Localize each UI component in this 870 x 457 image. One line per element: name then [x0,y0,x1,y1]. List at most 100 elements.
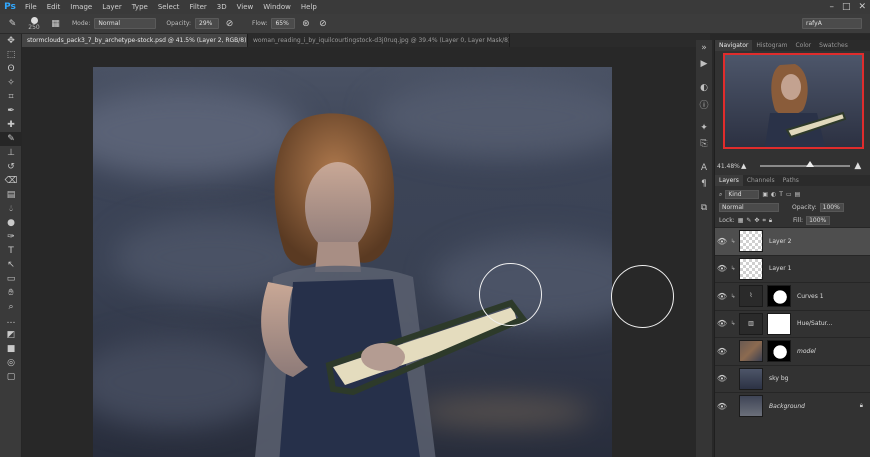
menu-edit[interactable]: Edit [42,0,66,14]
menu-help[interactable]: Help [296,0,322,14]
visibility-eye-icon[interactable]: 👁︎ [715,319,729,328]
menu-type[interactable]: Type [127,0,153,14]
layer-name[interactable]: model [797,348,816,355]
lasso-icon[interactable]: ʘ [0,62,22,76]
lock-artboard-icon[interactable]: ⌗ [762,217,765,225]
filter-type-icon[interactable]: T [779,191,783,198]
menu-layer[interactable]: Layer [97,0,127,14]
blur-icon[interactable]: 💧︎ [0,202,22,216]
layer-row[interactable]: 👁︎ ↳ Layer 1 [715,254,870,283]
character-icon[interactable]: A [696,160,712,176]
play-actions-icon[interactable]: ▶ [696,56,712,72]
filter-pixel-icon[interactable]: ▣ [762,191,768,198]
airbrush-icon[interactable]: ⊛ [299,17,312,30]
pressure-size-icon[interactable]: ⊘ [316,17,329,30]
blend-mode-dropdown[interactable]: Normal [719,203,779,212]
layer-name[interactable]: Layer 2 [769,238,791,245]
path-select-icon[interactable]: ↖ [0,258,22,272]
brush-settings-icon[interactable]: ✦ [696,120,712,136]
tab-navigator[interactable]: Navigator [715,40,753,51]
layer-name[interactable]: sky bg [769,375,788,382]
workspace-dropdown[interactable]: rafyA [802,18,862,29]
lock-move-icon[interactable]: ✥ [754,217,759,224]
filter-adjust-icon[interactable]: ◐ [771,191,776,198]
opacity-field[interactable]: 29% [195,18,220,29]
layer-thumbnail[interactable]: ▥ [739,312,763,335]
info-icon[interactable]: ⓘ [696,96,712,112]
layer-name[interactable]: Layer 1 [769,265,791,272]
shape-icon[interactable]: ▭ [0,272,22,286]
tab-layers[interactable]: Layers [715,175,743,186]
filter-shape-icon[interactable]: ▭ [786,191,792,198]
dodge-icon[interactable]: ● [0,216,22,230]
brush-size-picker[interactable]: 250 [23,16,45,31]
more-icon[interactable]: … [0,314,22,328]
quick-mask-icon[interactable]: ◎ [0,356,22,370]
tab-channels[interactable]: Channels [743,175,779,186]
flow-field[interactable]: 65% [271,18,296,29]
layer-thumbnail[interactable] [739,257,763,280]
filter-smart-icon[interactable]: ▤ [795,191,801,198]
pressure-opacity-icon[interactable]: ⊘ [223,17,236,30]
document-canvas[interactable] [93,67,612,457]
navigator-preview[interactable] [723,53,864,149]
gradient-icon[interactable]: ▤ [0,188,22,202]
layer-row[interactable]: 👁︎ sky bg [715,364,870,393]
menu-file[interactable]: File [20,0,42,14]
layer-comps-icon[interactable]: ⧉ [696,200,712,216]
tab-stormclouds[interactable]: stormclouds_pack3_7_by_archetype-stock.p… [22,34,248,47]
tab-color[interactable]: Color [791,40,815,51]
zoom-out-icon[interactable]: ▲ [741,162,746,170]
visibility-eye-icon[interactable]: 👁︎ [715,237,729,246]
brush-icon[interactable]: ✎ [0,132,22,146]
layer-thumbnail[interactable] [739,230,763,253]
layer-thumbnail[interactable]: ⌇ [739,285,763,308]
visibility-eye-icon[interactable]: 👁︎ [715,402,729,411]
close-button[interactable]: ✕ [858,0,866,14]
eyedropper-icon[interactable]: ✒ [0,104,22,118]
pen-icon[interactable]: ✑ [0,230,22,244]
visibility-eye-icon[interactable]: 👁︎ [715,264,729,273]
brush-tool-preset-icon[interactable]: ✎ [6,17,19,30]
maximize-button[interactable]: □ [842,0,851,14]
zoom-value[interactable]: 41.48% [717,163,740,170]
lock-paint-icon[interactable]: ✎ [746,217,751,224]
brush-panel-icon[interactable]: ▦ [49,17,62,30]
layer-name[interactable]: Background [769,403,805,410]
quick-select-icon[interactable]: ✧ [0,76,22,90]
stamp-icon[interactable]: ⊥ [0,146,22,160]
marquee-icon[interactable]: ⬚ [0,48,22,62]
mode-dropdown[interactable]: Normal [94,18,157,29]
menu-filter[interactable]: Filter [184,0,211,14]
minimize-button[interactable]: – [829,0,834,14]
clone-source-icon[interactable]: ⎘ [696,136,712,152]
layer-row[interactable]: 👁︎ Background 🔒︎ [715,392,870,420]
hand-icon[interactable]: ✋︎ [0,286,22,300]
layer-opacity-field[interactable]: 100% [819,203,844,212]
tab-paths[interactable]: Paths [779,175,803,186]
layer-row[interactable]: 👁︎ ↳ Layer 2 [715,227,870,255]
visibility-eye-icon[interactable]: 👁︎ [715,292,729,301]
menu-image[interactable]: Image [65,0,97,14]
adjustments-icon[interactable]: ◐ [696,80,712,96]
collapse-panel-icon[interactable]: » [696,40,712,56]
visibility-eye-icon[interactable]: 👁︎ [715,347,729,356]
menu-select[interactable]: Select [153,0,185,14]
color-swatches-icon[interactable]: ■ [0,342,22,356]
zoom-slider-thumb[interactable] [805,161,814,167]
tab-swatches[interactable]: Swatches [815,40,852,51]
history-brush-icon[interactable]: ↺ [0,160,22,174]
layer-mask-thumbnail[interactable] [767,312,791,335]
menu-3d[interactable]: 3D [212,0,232,14]
layer-row[interactable]: 👁︎ model [715,337,870,365]
menu-view[interactable]: View [232,0,259,14]
canvas-area[interactable] [22,47,710,457]
layer-thumbnail[interactable] [739,340,763,363]
tab-woman-reading[interactable]: woman_reading_i_by_iquilcourtingstock-d3… [248,34,510,47]
layer-mask-thumbnail[interactable] [767,340,791,363]
visibility-eye-icon[interactable]: 👁︎ [715,374,729,383]
zoom-slider[interactable] [760,161,851,167]
menu-window[interactable]: Window [258,0,296,14]
zoom-in-icon[interactable]: ▲ [854,161,861,171]
lock-all-icon[interactable]: 🔒︎ [769,217,772,225]
